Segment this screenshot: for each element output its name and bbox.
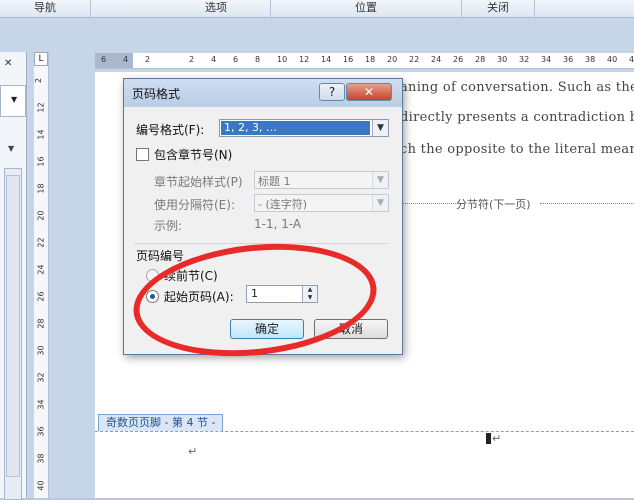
section-break-dots [402,203,456,204]
ribbon-group-options[interactable]: 选项 [162,0,271,17]
ruler-tick-label: 6 [101,55,107,64]
include-chapter-label: 包含章节号(N) [154,148,233,162]
horizontal-ruler[interactable]: 6 4 2 2 4 6 8 10 12 14 16 18 20 22 24 26 28 30 32 34 36 38 40 4… [95,53,634,69]
ribbon-group-navigation[interactable]: 导航 [0,0,91,17]
example-value: 1-1, 1-A [254,217,302,231]
ruler-tick-label: 22 [36,237,46,248]
footer-tab: 奇数页页脚 - 第 4 节 - [98,414,224,431]
dialog-titlebar[interactable]: 页码格式 ? ✕ [124,79,402,107]
page-numbering-label: 页码编号 [136,249,185,263]
ruler-tick-label: 14 [36,129,46,140]
dialog-title: 页码格式 [132,87,181,101]
section-break: 分节符(下一页) [456,198,531,211]
ruler-tick-label: 16 [343,55,354,64]
close-button[interactable]: ✕ [346,83,392,101]
ruler-tick-label: 22 [409,55,420,64]
ruler-tick-label: 10 [277,55,288,64]
section-break-dots [540,203,634,204]
ruler-tick-label: 42 [629,55,634,64]
ribbon-group-close[interactable]: 关闭 [462,0,535,17]
ruler-tick-label: 4 [123,55,129,64]
ruler-tick-label: 34 [36,399,46,410]
separator-value: - (连字符) [258,198,308,211]
ruler-tick-label: 20 [36,210,46,221]
ruler-tick-label: 2 [189,55,195,64]
ruler-tick-label: 36 [36,426,46,437]
chevron-down-icon[interactable]: ▼ [372,172,388,188]
chevron-down-icon[interactable]: ▼ [372,195,388,211]
chapter-style-value: 标题 1 [258,175,291,188]
text-cursor [486,433,491,444]
vertical-ruler[interactable]: 2 12 14 16 18 20 22 24 26 28 30 32 34 36 38 40 [34,52,49,498]
chevron-down-icon[interactable]: ▼ [8,144,14,153]
ruler-tick-label: 2 [34,77,44,84]
ruler-tick-label: 8 [255,55,261,64]
ruler-tick-label: 12 [36,102,46,113]
ruler-tick-label: 28 [475,55,486,64]
ruler-tick-label: 38 [36,453,46,464]
ruler-tick-label: 40 [36,480,46,491]
ruler-tick-label: 24 [36,264,46,275]
ruler-tick-label: 38 [585,55,596,64]
doc-line-1: aning of conversation. Such as the [400,80,634,95]
ruler-tick-label: 18 [365,55,376,64]
doc-line-2: directly presents a contradiction be [400,110,634,125]
nav-scrollbar[interactable] [4,168,22,500]
ruler-tick-label: 32 [36,372,46,383]
ruler-tick-label: 12 [299,55,310,64]
number-format-label: 编号格式(F): [136,123,205,137]
separator-select[interactable]: - (连字符) ▼ [254,194,389,212]
ribbon: 导航 选项 位置 关闭 [0,0,634,18]
ruler-tick-label: 4 [211,55,217,64]
chapter-style-label: 章节起始样式(P) [154,175,243,189]
ruler-tick-label: 2 [145,55,151,64]
paragraph-mark-icon: ↵ [188,445,198,458]
ruler-tick-label: 14 [321,55,332,64]
include-chapter-checkbox[interactable] [136,148,149,161]
doc-line-3: ch the opposite to the literal meaning [400,142,634,157]
navigation-pane: ✕ ▼ ▼ [0,52,27,500]
ruler-tick-label: 40 [607,55,618,64]
close-x-icon[interactable]: ✕ [4,58,12,69]
ruler-tick-label: 32 [519,55,530,64]
help-button[interactable]: ? [319,83,345,101]
ruler-tick-label: 6 [233,55,239,64]
nav-dropdown[interactable]: ▼ [0,85,26,117]
ruler-tick-label: 24 [431,55,442,64]
scroll-thumb[interactable] [6,175,20,477]
chevron-down-icon[interactable]: ▼ [372,120,388,136]
tab-selector[interactable]: L [34,52,48,66]
number-format-select[interactable]: 1, 2, 3, … ▼ [219,119,389,137]
ruler-tick-label: 30 [36,345,46,356]
ruler-tick-label: 36 [563,55,574,64]
ruler-tick-label: 18 [36,183,46,194]
separator-label: 使用分隔符(E): [154,198,235,212]
footer-divider [95,431,634,432]
ruler-tick-label: 26 [36,291,46,302]
paragraph-mark-icon: ↵ [492,432,502,445]
ruler-tick-label: 34 [541,55,552,64]
number-format-value: 1, 2, 3, … [221,121,370,135]
example-label: 示例: [154,219,183,233]
ruler-tick-label: 30 [497,55,508,64]
chapter-style-select[interactable]: 标题 1 ▼ [254,171,389,189]
ruler-tick-label: 20 [387,55,398,64]
ribbon-group-position[interactable]: 位置 [271,0,462,17]
ruler-tick-label: 28 [36,318,46,329]
chevron-down-icon: ▼ [11,95,18,104]
ruler-tick-label: 26 [453,55,464,64]
ruler-tick-label: 16 [36,156,46,167]
